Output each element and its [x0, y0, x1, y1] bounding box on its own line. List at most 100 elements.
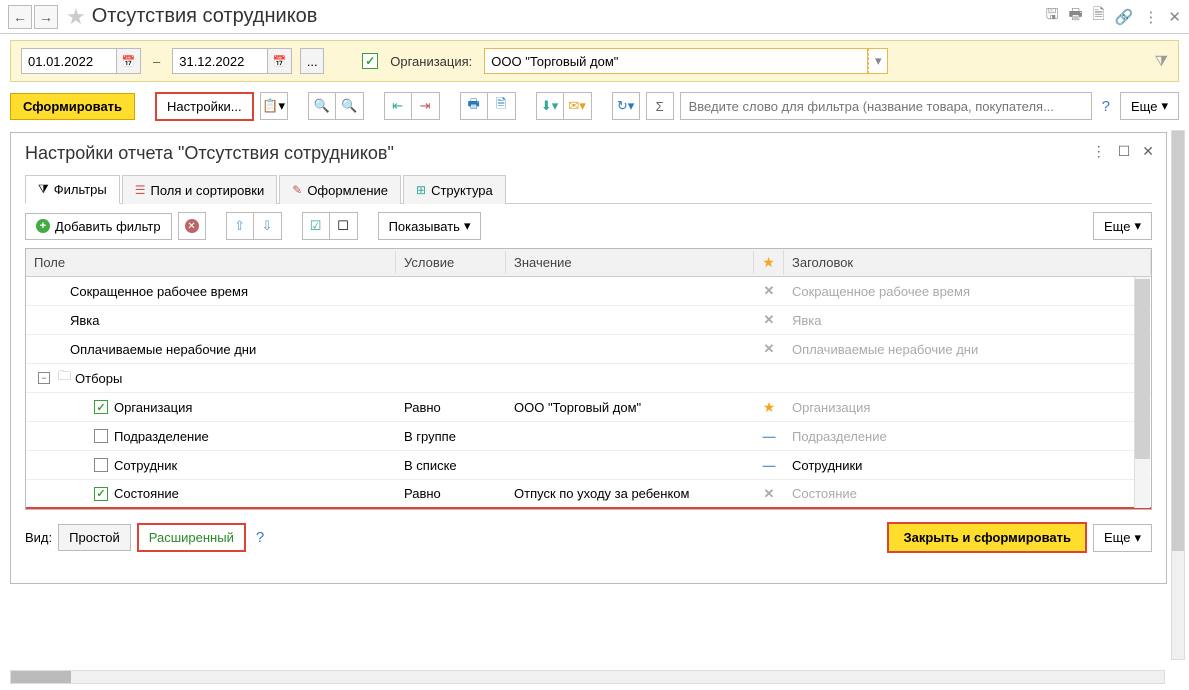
date-range-picker-button[interactable]: ... — [300, 48, 324, 74]
find-next-button[interactable]: 🔍 — [336, 92, 364, 120]
org-checkbox[interactable]: ✓ — [362, 53, 378, 69]
col-hdrtext-header[interactable]: Заголовок — [784, 251, 1151, 274]
cell-field[interactable]: Сотрудник — [26, 455, 396, 476]
cell-star[interactable]: — — [754, 426, 784, 447]
generate-button[interactable]: Сформировать — [10, 93, 135, 120]
cell-group[interactable]: −🗀 Отборы — [26, 364, 396, 392]
cell-field[interactable]: ✓ Организация — [26, 397, 396, 418]
view-help-icon[interactable]: ? — [256, 529, 264, 546]
main-toolbar: Сформировать Настройки... 📋▾ 🔍 🔍 ⇤ ⇥ 🖶 🗎… — [10, 90, 1179, 122]
print-icon[interactable]: 🖶 — [1069, 4, 1083, 29]
collapse-toggle-icon: − — [38, 372, 50, 384]
dialog-kebab-icon[interactable]: ⋮ — [1092, 143, 1106, 160]
nav-back-button[interactable]: ← — [8, 5, 32, 29]
tab-filters[interactable]: ⧩Фильтры — [25, 175, 120, 204]
favorite-star-icon[interactable]: ★ — [66, 4, 86, 30]
date-to-input[interactable] — [172, 48, 268, 74]
col-star-header[interactable]: ★ — [754, 250, 784, 275]
grid-row[interactable]: СотрудникВ списке —Сотрудники — [26, 451, 1151, 480]
grid-row[interactable]: Сокращенное рабочее время✕Сокращенное ра… — [26, 277, 1151, 306]
cell-field[interactable]: Подразделение — [26, 426, 396, 447]
grid-scrollbar[interactable] — [1134, 277, 1150, 508]
cell-cond[interactable]: В группе — [396, 426, 506, 447]
filter-funnel-icon[interactable]: ⧩ — [1155, 53, 1168, 70]
col-value-header[interactable]: Значение — [506, 251, 754, 274]
cell-field: Оплачиваемые нерабочие дни — [26, 339, 396, 360]
dialog-more-button[interactable]: Еще ▾ — [1093, 212, 1152, 240]
params-bar: 📅 – 📅 ... ✓ Организация: ▾ ⧩ — [10, 40, 1179, 82]
date-to-calendar-button[interactable]: 📅 — [268, 48, 292, 74]
settings-button[interactable]: Настройки... — [155, 92, 254, 121]
uncheck-all-button[interactable]: ☐ — [330, 212, 358, 240]
date-from-input[interactable] — [21, 48, 117, 74]
cell-star[interactable]: ✕ — [754, 483, 784, 505]
more-button[interactable]: Еще ▾ — [1120, 92, 1179, 120]
tab-format[interactable]: ✎Оформление — [279, 175, 401, 204]
tab-structure[interactable]: ⊞Структура — [403, 175, 506, 204]
variants-button[interactable]: 📋▾ — [260, 92, 288, 120]
cell-star[interactable]: ★ — [754, 396, 784, 419]
help-icon[interactable]: ? — [1102, 98, 1110, 115]
move-down-button[interactable]: ⇩ — [254, 212, 282, 240]
grid-row[interactable]: −🗀 Отборы — [26, 364, 1151, 393]
nav-forward-button[interactable]: → — [34, 5, 58, 29]
link-icon[interactable]: 🔗 — [1115, 8, 1134, 26]
check-all-button[interactable]: ☑ — [302, 212, 330, 240]
show-button[interactable]: Показывать ▾ — [378, 212, 482, 240]
grid-row[interactable]: ✓ СостояниеРавноОтпуск по уходу за ребен… — [26, 480, 1151, 509]
cell-cond[interactable]: В списке — [396, 455, 506, 476]
brush-icon: ✎ — [292, 183, 302, 197]
cell-value[interactable] — [506, 462, 754, 468]
page-vertical-scrollbar[interactable] — [1171, 130, 1185, 660]
dialog-more2-button[interactable]: Еще ▾ — [1093, 524, 1152, 552]
email-button[interactable]: ✉▾ — [564, 92, 592, 120]
date-from-calendar-button[interactable]: 📅 — [117, 48, 141, 74]
cell-header[interactable]: Подразделение — [784, 426, 1151, 447]
x-icon: ✕ — [764, 283, 775, 298]
save-icon[interactable]: 🖫 — [1046, 4, 1059, 29]
org-dropdown-button[interactable]: ▾ — [868, 48, 888, 74]
col-cond-header[interactable]: Условие — [396, 251, 506, 274]
move-up-button[interactable]: ⇧ — [226, 212, 254, 240]
title-bar: ← → ★ Отсутствия сотрудников 🖫 🖶 🗎 🔗 ⋮ ✕ — [0, 0, 1189, 34]
delete-filter-button[interactable]: ✕ — [178, 212, 206, 240]
org-input[interactable] — [484, 48, 868, 74]
cell-value[interactable] — [506, 433, 754, 439]
cell-header[interactable]: Организация — [784, 397, 1151, 418]
preview-icon[interactable]: 🗎 — [1093, 4, 1105, 29]
dialog-maximize-icon[interactable]: ☐ — [1118, 143, 1131, 160]
star-icon: ★ — [763, 399, 776, 415]
tab-fields[interactable]: ☰Поля и сортировки — [122, 175, 278, 204]
print-button[interactable]: 🖶 — [460, 92, 488, 120]
col-field-header[interactable]: Поле — [26, 251, 396, 274]
cell-cond[interactable]: Равно — [396, 397, 506, 418]
grid-row[interactable]: Оплачиваемые нерабочие дни✕Оплачиваемые … — [26, 335, 1151, 364]
page-horizontal-scrollbar[interactable] — [10, 670, 1165, 684]
dialog-close-icon[interactable]: ✕ — [1142, 143, 1154, 160]
refresh-button[interactable]: ↻▾ — [612, 92, 640, 120]
grid-row[interactable]: Явка✕Явка — [26, 306, 1151, 335]
cell-star[interactable]: — — [754, 455, 784, 476]
view-simple-button[interactable]: Простой — [58, 524, 131, 551]
kebab-icon[interactable]: ⋮ — [1143, 8, 1158, 26]
close-and-generate-button[interactable]: Закрыть и сформировать — [887, 522, 1087, 553]
cell-value[interactable]: ООО "Торговый дом" — [506, 397, 754, 418]
export-button[interactable]: ⬇▾ — [536, 92, 564, 120]
add-filter-button[interactable]: +Добавить фильтр — [25, 213, 172, 240]
save-as-button[interactable]: 🗎 — [488, 92, 516, 120]
close-icon[interactable]: ✕ — [1168, 8, 1181, 26]
view-advanced-button[interactable]: Расширенный — [137, 523, 246, 552]
search-input[interactable] — [680, 92, 1092, 120]
find-button[interactable]: 🔍 — [308, 92, 336, 120]
grid-row[interactable]: ПодразделениеВ группе—Подразделение — [26, 422, 1151, 451]
expand-button[interactable]: ⇤ — [384, 92, 412, 120]
cell-value[interactable]: Отпуск по уходу за ребенком — [506, 483, 754, 504]
cell-header[interactable]: Состояние — [784, 483, 1151, 504]
collapse-button[interactable]: ⇥ — [412, 92, 440, 120]
cell-cond[interactable]: Равно — [396, 483, 506, 504]
cell-field[interactable]: ✓ Состояние — [26, 483, 396, 504]
grid-row[interactable]: ✓ ОрганизацияРавноООО "Торговый дом" ★ Орг… — [26, 393, 1151, 422]
sum-button[interactable]: Σ — [646, 92, 674, 120]
cell-header[interactable]: Сотрудники — [784, 455, 1151, 476]
x-circle-icon: ✕ — [185, 219, 199, 233]
